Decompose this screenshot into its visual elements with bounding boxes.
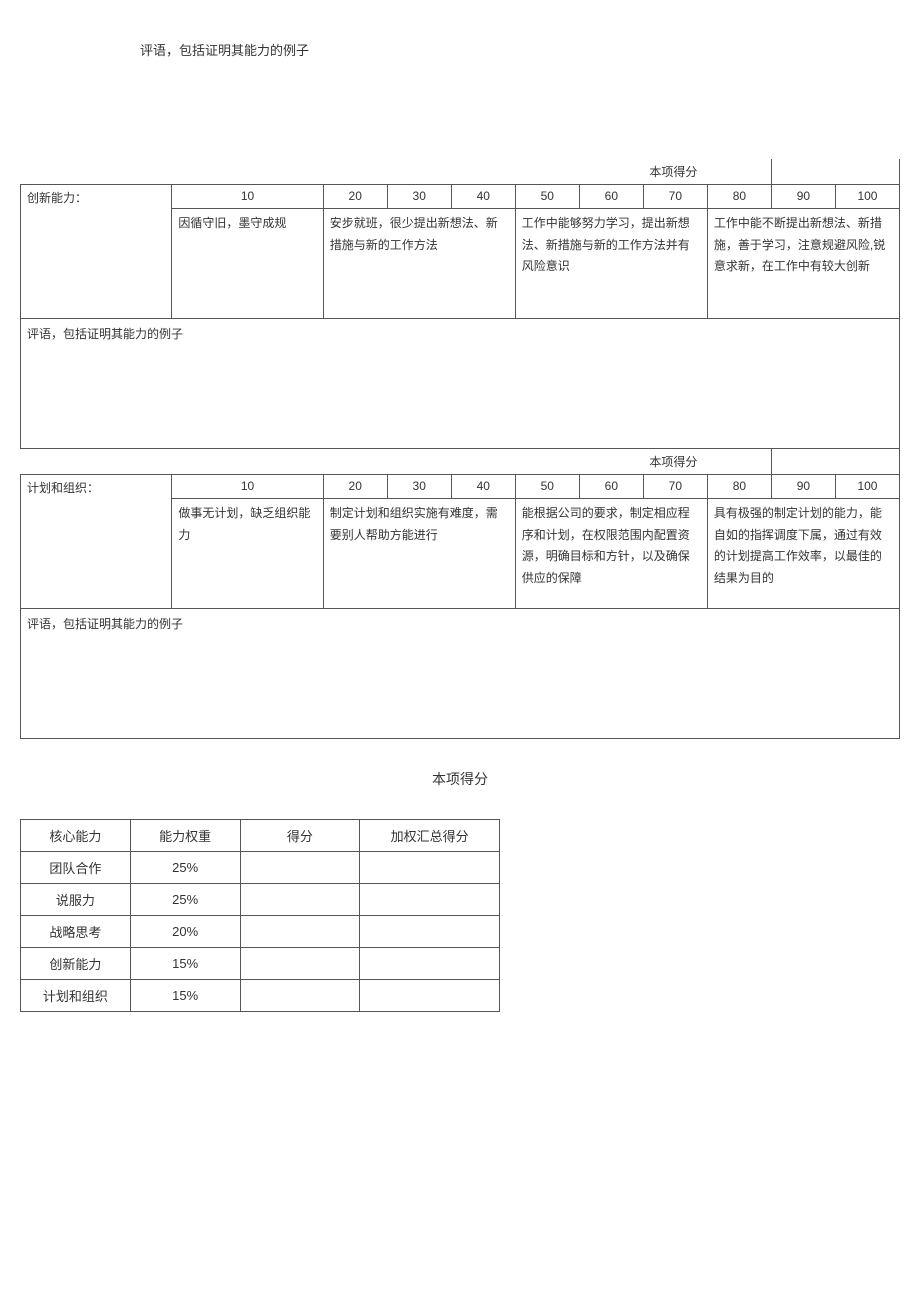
score-70: 70 [643,475,707,499]
summary-weight: 15% [130,980,240,1012]
rubric-category-label: 计划和组织： [21,475,172,609]
summary-weighted-cell[interactable] [360,948,500,980]
summary-header-weighted: 加权汇总得分 [360,820,500,852]
summary-header-ability: 核心能力 [21,820,131,852]
rubric-comment-area[interactable]: 评语，包括证明其能力的例子 [21,319,900,449]
summary-weighted-cell[interactable] [360,884,500,916]
summary-ability: 说服力 [21,884,131,916]
summary-weight: 15% [130,948,240,980]
score-70: 70 [643,185,707,209]
table-row: 战略思考 20% [21,916,500,948]
score-40: 40 [451,185,515,209]
rubric-table-planning: 计划和组织： 10 20 30 40 50 60 70 80 90 100 做事… [20,474,900,739]
rubric-desc-2: 安步就班，很少提出新想法、新措施与新的工作方法 [323,209,515,319]
score-label: 本项得分 [643,449,771,475]
empty-cell [172,159,644,185]
rubric-desc-1: 因循守旧，墨守成规 [172,209,323,319]
rubric-desc-1: 做事无计划，缺乏组织能力 [172,499,323,609]
summary-weighted-cell[interactable] [360,916,500,948]
top-comment-label: 评语，包括证明其能力的例子 [140,40,900,59]
score-100: 100 [835,475,899,499]
rubric-desc-2: 制定计划和组织实施有难度，需要别人帮助方能进行 [323,499,515,609]
score-80: 80 [707,185,771,209]
score-100: 100 [835,185,899,209]
rubric-desc-3: 能根据公司的要求，制定相应程序和计划，在权限范围内配置资源，明确目标和方针，以及… [515,499,707,609]
summary-weighted-cell[interactable] [360,980,500,1012]
summary-weight: 20% [130,916,240,948]
rubric-table-innovation: 本项得分 创新能力： 10 20 30 40 50 60 70 80 90 10… [20,159,900,475]
score-label: 本项得分 [643,159,771,185]
summary-weight: 25% [130,852,240,884]
summary-score-cell[interactable] [240,980,360,1012]
bottom-score-label: 本项得分 [20,769,900,789]
rubric-category-label: 创新能力： [21,185,172,319]
score-80: 80 [707,475,771,499]
score-20: 20 [323,185,387,209]
empty-cell [771,159,899,185]
summary-header-weight: 能力权重 [130,820,240,852]
score-20: 20 [323,475,387,499]
summary-weight: 25% [130,884,240,916]
summary-ability: 团队合作 [21,852,131,884]
score-10: 10 [172,185,323,209]
table-row: 团队合作 25% [21,852,500,884]
rubric-desc-3: 工作中能够努力学习，提出新想法、新措施与新的工作方法并有风险意识 [515,209,707,319]
summary-score-cell[interactable] [240,852,360,884]
empty-cell [172,449,644,475]
score-50: 50 [515,475,579,499]
score-50: 50 [515,185,579,209]
summary-score-cell[interactable] [240,916,360,948]
table-row: 说服力 25% [21,884,500,916]
empty-cell [21,449,172,475]
empty-cell [21,159,172,185]
summary-score-cell[interactable] [240,884,360,916]
summary-ability: 创新能力 [21,948,131,980]
score-90: 90 [771,475,835,499]
summary-table: 核心能力 能力权重 得分 加权汇总得分 团队合作 25% 说服力 25% 战略思… [20,819,500,1012]
score-60: 60 [579,185,643,209]
summary-ability: 战略思考 [21,916,131,948]
rubric-desc-4: 具有极强的制定计划的能力，能自如的指挥调度下属，通过有效的计划提高工作效率，以最… [707,499,899,609]
score-90: 90 [771,185,835,209]
summary-header-score: 得分 [240,820,360,852]
empty-cell [771,449,899,475]
score-30: 30 [387,185,451,209]
score-40: 40 [451,475,515,499]
rubric-comment-area[interactable]: 评语，包括证明其能力的例子 [21,609,900,739]
score-10: 10 [172,475,323,499]
summary-score-cell[interactable] [240,948,360,980]
summary-weighted-cell[interactable] [360,852,500,884]
score-60: 60 [579,475,643,499]
score-30: 30 [387,475,451,499]
summary-ability: 计划和组织 [21,980,131,1012]
table-row: 创新能力 15% [21,948,500,980]
table-row: 计划和组织 15% [21,980,500,1012]
rubric-desc-4: 工作中能不断提出新想法、新措施，善于学习，注意规避风险,锐意求新，在工作中有较大… [707,209,899,319]
